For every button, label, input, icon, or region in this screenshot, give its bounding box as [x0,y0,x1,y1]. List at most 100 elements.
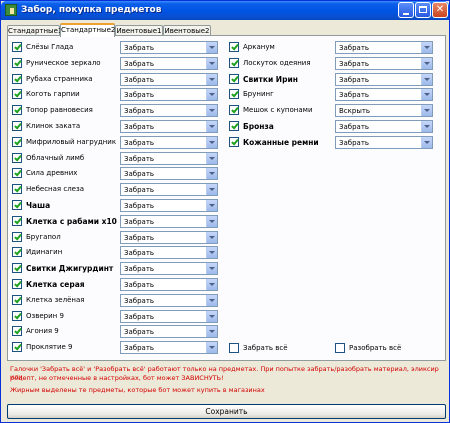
action-select[interactable]: Забрать [120,246,218,260]
action-select[interactable]: Забрать [120,88,218,102]
chevron-down-icon[interactable] [206,310,217,322]
chevron-down-icon[interactable] [421,105,432,117]
chevron-down-icon[interactable] [206,184,217,196]
take-all-checkbox[interactable] [229,343,239,353]
chevron-down-icon[interactable] [206,326,217,338]
chevron-down-icon[interactable] [206,89,217,101]
chevron-down-icon[interactable] [206,42,217,53]
chevron-down-icon[interactable] [421,73,432,85]
item-checkbox[interactable] [229,121,239,131]
chevron-down-icon[interactable] [206,152,217,164]
action-select[interactable]: Забрать [335,56,433,70]
action-select[interactable]: Забрать [120,151,218,165]
action-select-value: Забрать [124,59,155,68]
item-checkbox[interactable] [229,136,239,147]
item-checkbox[interactable] [12,326,22,337]
chevron-down-icon[interactable] [421,121,432,132]
item-checkbox[interactable] [229,73,239,84]
take-all-toggle[interactable]: Забрать всё [229,342,329,356]
item-checkbox[interactable] [12,89,22,100]
action-select[interactable]: Забрать [335,72,433,86]
item-checkbox[interactable] [12,121,22,131]
item-checkbox[interactable] [12,42,22,52]
items-panel: Слёзы Глада Забрать Руническое зеркало Забр… [7,35,446,361]
item-checkbox[interactable] [12,184,22,195]
action-select[interactable]: Забрать [120,72,218,86]
action-select[interactable]: Забрать [120,41,218,54]
item-checkbox[interactable] [12,294,22,305]
action-select[interactable]: Забрать [335,120,433,133]
action-select[interactable]: Забрать [120,104,218,118]
action-select[interactable]: Забрать [120,214,218,228]
action-select-value: Забрать [339,75,370,84]
action-select[interactable]: Забрать [120,199,218,212]
disassemble-all-toggle[interactable]: Разобрать всё [335,342,435,356]
item-checkbox[interactable] [12,105,22,116]
action-select[interactable]: Забрать [335,135,433,149]
chevron-down-icon[interactable] [421,57,432,69]
action-select[interactable]: Забрать [120,56,218,70]
action-select[interactable]: Забрать [120,120,218,133]
chevron-down-icon[interactable] [206,342,217,354]
item-checkbox[interactable] [229,105,239,116]
action-select[interactable]: Забрать [120,325,218,339]
chevron-down-icon[interactable] [421,136,432,148]
item-checkbox[interactable] [229,57,239,68]
action-select-value: Забрать [124,170,155,179]
action-select[interactable]: Вскрыть [335,104,433,118]
item-checkbox[interactable] [12,152,22,163]
item-checkbox[interactable] [12,231,22,242]
action-select[interactable]: Забрать [120,341,218,355]
action-select[interactable]: Забрать [120,135,218,149]
chevron-down-icon[interactable] [206,168,217,180]
close-button[interactable]: ✕ [432,2,448,18]
chevron-down-icon[interactable] [421,89,432,101]
action-select[interactable]: Забрать [120,262,218,276]
save-button[interactable]: Сохранить [7,404,446,419]
chevron-down-icon[interactable] [206,215,217,227]
item-checkbox[interactable] [12,215,22,226]
chevron-down-icon[interactable] [206,247,217,259]
chevron-down-icon[interactable] [206,263,217,275]
item-checkbox[interactable] [12,247,22,258]
chevron-down-icon[interactable] [206,231,217,243]
item-checkbox[interactable] [229,89,239,100]
item-checkbox[interactable] [12,263,22,274]
note-line-3: Жирным выделены те предметы, которые бот… [10,386,265,394]
title-bar[interactable]: Забор, покупка предметов ✕ [1,1,449,20]
chevron-down-icon[interactable] [206,105,217,117]
action-select[interactable]: Забрать [120,293,218,307]
item-checkbox[interactable] [12,57,22,68]
action-select[interactable]: Забрать [335,88,433,102]
disassemble-all-checkbox[interactable] [335,343,345,353]
chevron-down-icon[interactable] [206,136,217,148]
item-row: Слёзы Глада Забрать [12,41,220,55]
item-checkbox[interactable] [12,342,22,353]
minimize-button[interactable] [398,2,414,18]
action-select[interactable]: Забрать [335,41,433,54]
chevron-down-icon[interactable] [206,279,217,290]
item-row: Арканум Забрать [229,41,435,55]
action-select[interactable]: Забрать [120,278,218,291]
tab-standard-2[interactable]: Стандартные2 [60,23,115,37]
item-checkbox[interactable] [12,73,22,84]
item-checkbox[interactable] [12,200,22,210]
action-select[interactable]: Забрать [120,183,218,197]
item-checkbox[interactable] [12,310,22,321]
maximize-button[interactable] [415,2,431,18]
chevron-down-icon[interactable] [421,42,432,53]
item-checkbox[interactable] [12,279,22,289]
chevron-down-icon[interactable] [206,73,217,85]
chevron-down-icon[interactable] [206,57,217,69]
chevron-down-icon[interactable] [206,294,217,306]
item-checkbox[interactable] [12,136,22,147]
chevron-down-icon[interactable] [206,200,217,211]
item-label: Агония 9 [26,327,59,336]
action-select[interactable]: Забрать [120,230,218,244]
action-select[interactable]: Забрать [120,167,218,181]
chevron-down-icon[interactable] [206,121,217,132]
item-checkbox[interactable] [12,168,22,179]
window-title: Забор, покупка предметов [21,5,162,15]
item-checkbox[interactable] [229,42,239,52]
action-select[interactable]: Забрать [120,309,218,323]
